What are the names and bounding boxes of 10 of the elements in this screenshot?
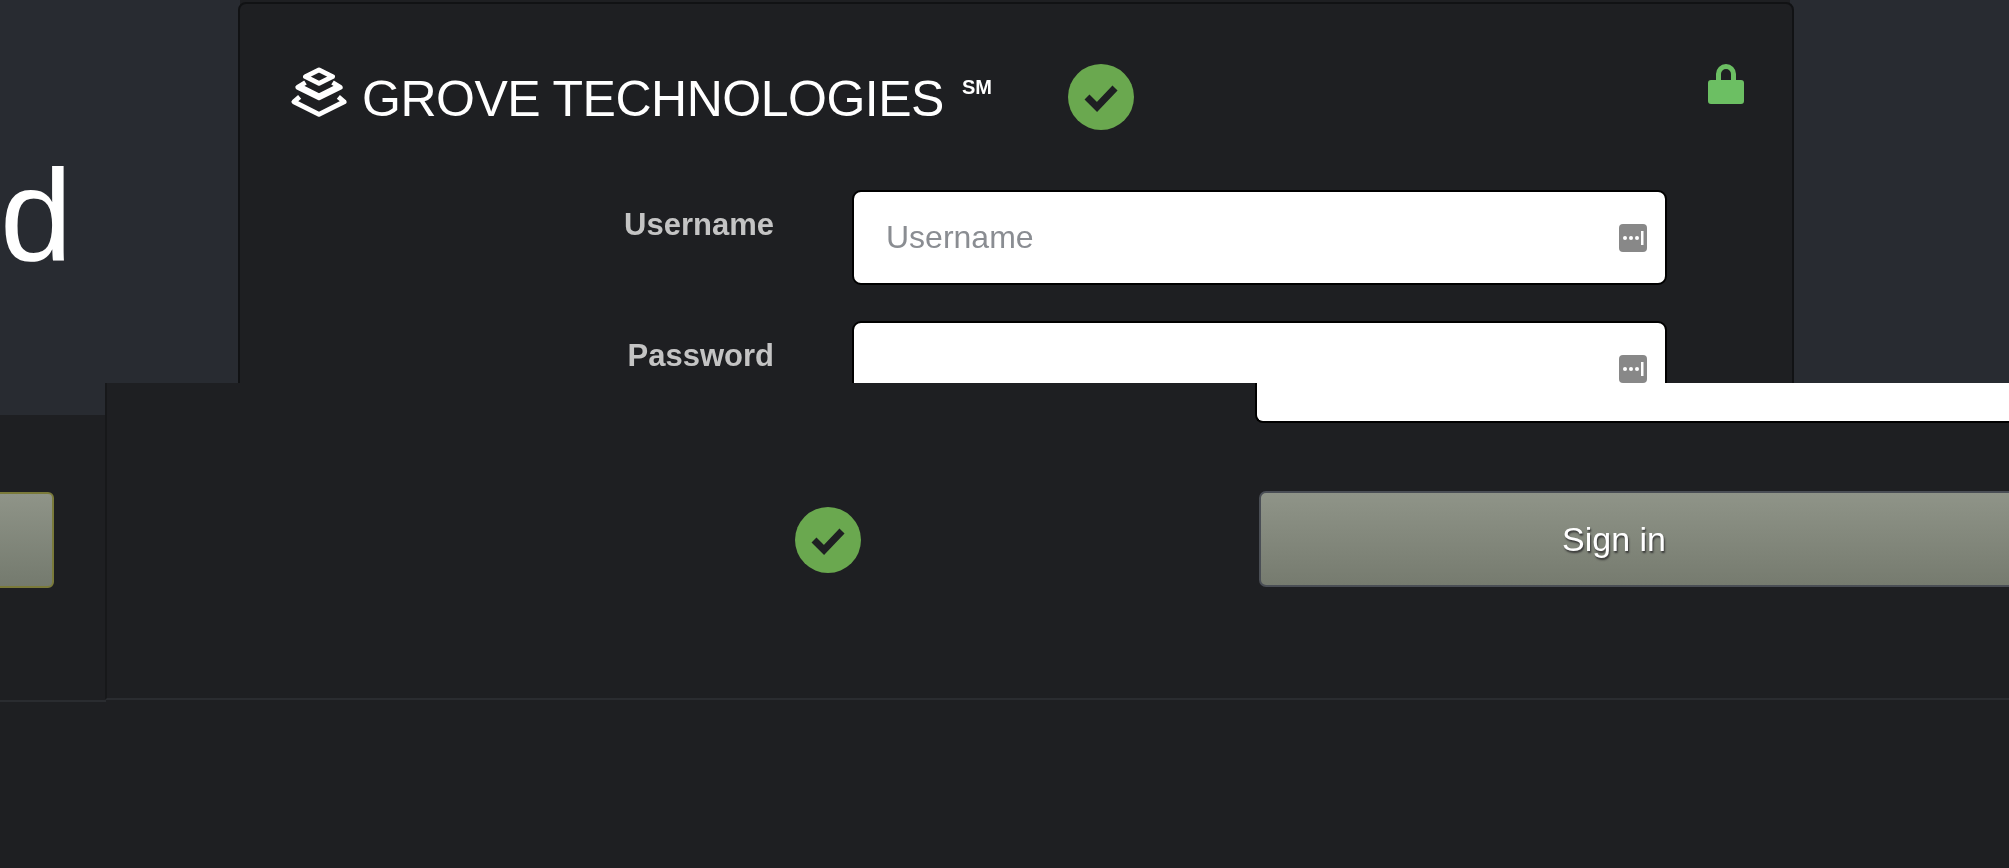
- password-manager-icon[interactable]: [1619, 354, 1647, 383]
- heading-fragment: d: [0, 150, 73, 280]
- password-manager-icon[interactable]: [1619, 223, 1647, 252]
- service-mark: SM: [962, 76, 992, 99]
- sign-in-button[interactable]: Sign in: [1259, 491, 2009, 587]
- field-label: Password: [626, 338, 775, 374]
- text-input[interactable]: Username: [884, 218, 1619, 257]
- brand-name: GROVE TECHNOLOGIES: [362, 70, 944, 128]
- input-field[interactable]: Username: [852, 190, 1667, 285]
- field-label: Username: [623, 207, 775, 243]
